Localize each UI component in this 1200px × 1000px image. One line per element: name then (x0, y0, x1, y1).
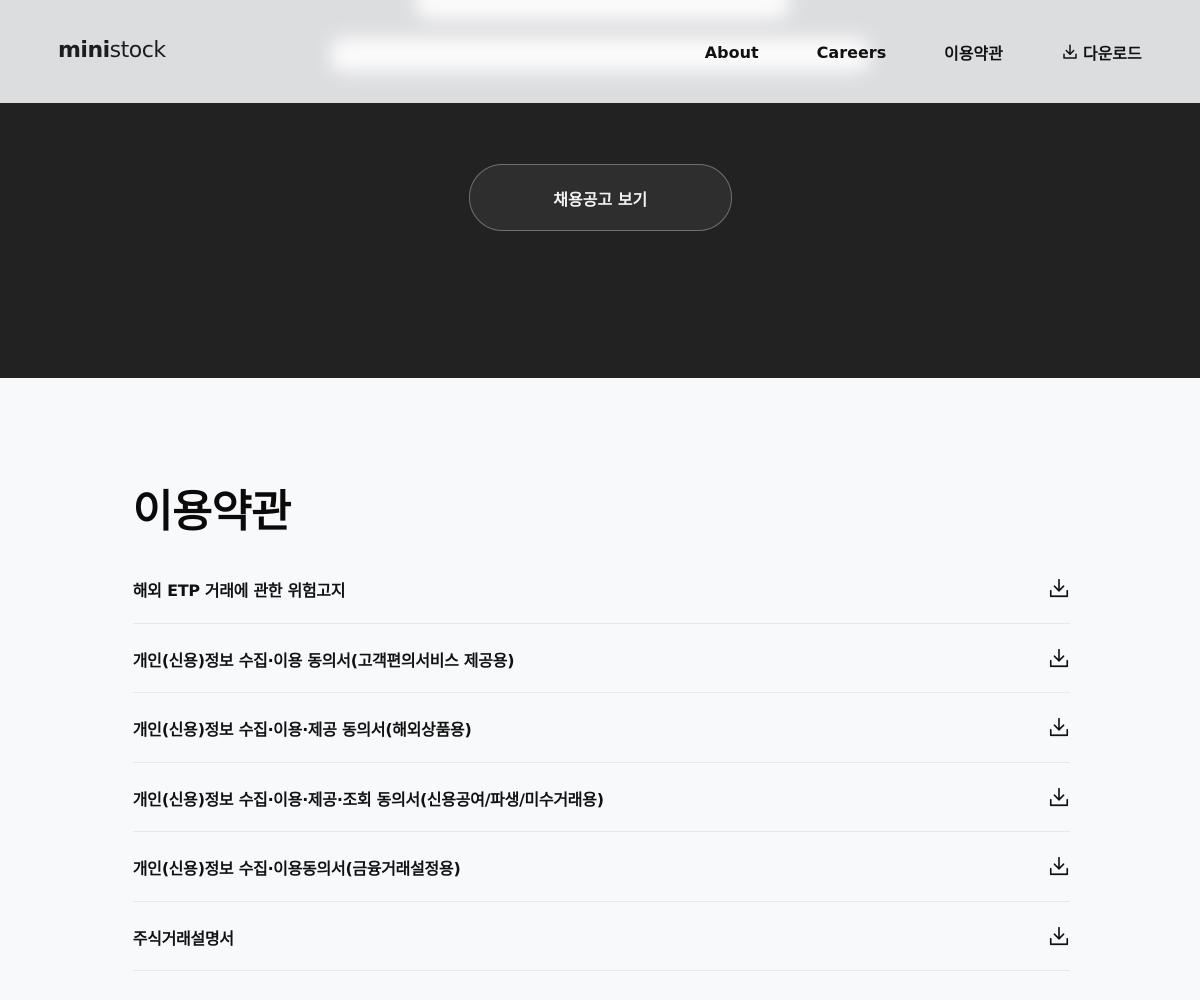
site-header: ministock About Careers 이용약관 다운로드 (0, 0, 1200, 103)
nav-careers-label: Careers (816, 42, 887, 62)
nav-download-label: 다운로드 (1083, 44, 1142, 63)
download-icon[interactable] (1048, 786, 1070, 808)
terms-item-label: 해외 ETP 거래에 관한 위험고지 (133, 581, 346, 601)
terms-title: 이용약관 (133, 486, 292, 537)
nav-careers[interactable]: Careers (817, 43, 887, 62)
view-job-postings-label: 채용공고 보기 (553, 189, 648, 209)
terms-item-etp-risk[interactable]: 해외 ETP 거래에 관한 위험고지 (133, 554, 1070, 624)
view-job-postings-button[interactable]: 채용공고 보기 (469, 164, 732, 231)
nav-terms[interactable]: 이용약관 (944, 40, 1003, 64)
terms-item-label: 개인(신용)정보 수집·이용동의서(금융거래설정용) (133, 859, 461, 879)
terms-item-label: 개인(신용)정보 수집·이용 동의서(고객편의서비스 제공용) (133, 650, 515, 670)
terms-item-label: 주식거래설명서 (133, 928, 234, 948)
logo-bold-part: mini (58, 38, 110, 63)
terms-item-privacy-credit[interactable]: 개인(신용)정보 수집·이용·제공·조회 동의서(신용공여/파생/미수거래용) (133, 763, 1070, 832)
nav-download[interactable]: 다운로드 (1061, 40, 1142, 64)
download-icon[interactable] (1048, 577, 1070, 599)
nav-about[interactable]: About (705, 43, 759, 62)
logo-light-part: stock (109, 38, 166, 63)
download-icon[interactable] (1048, 855, 1070, 877)
nav-terms-label: 이용약관 (944, 44, 1004, 63)
download-icon (1063, 44, 1077, 59)
nav-about-label: About (704, 42, 759, 62)
terms-item-label: 개인(신용)정보 수집·이용·제공 동의서(해외상품용) (133, 720, 472, 740)
download-icon[interactable] (1048, 925, 1070, 947)
terms-item-privacy-financial[interactable]: 개인(신용)정보 수집·이용동의서(금융거래설정용) (133, 832, 1070, 902)
download-icon[interactable] (1048, 716, 1070, 738)
terms-item-label: 개인(신용)정보 수집·이용·제공·조회 동의서(신용공여/파생/미수거래용) (133, 789, 604, 809)
hero-section: 채용공고 보기 (0, 103, 1200, 378)
terms-item-privacy-convenience[interactable]: 개인(신용)정보 수집·이용 동의서(고객편의서비스 제공용) (133, 624, 1070, 693)
terms-list: 해외 ETP 거래에 관한 위험고지 개인(신용)정보 수집·이용 동의서(고객… (133, 554, 1070, 971)
terms-item-stock-trading-guide[interactable]: 주식거래설명서 (133, 902, 1070, 971)
terms-item-privacy-overseas[interactable]: 개인(신용)정보 수집·이용·제공 동의서(해외상품용) (133, 693, 1070, 763)
ministock-logo[interactable]: ministock (58, 38, 166, 63)
terms-section: 이용약관 해외 ETP 거래에 관한 위험고지 개인(신용)정보 수집·이용 동… (133, 378, 1070, 971)
download-icon[interactable] (1048, 647, 1070, 669)
main-nav: About Careers 이용약관 다운로드 (705, 40, 1142, 64)
